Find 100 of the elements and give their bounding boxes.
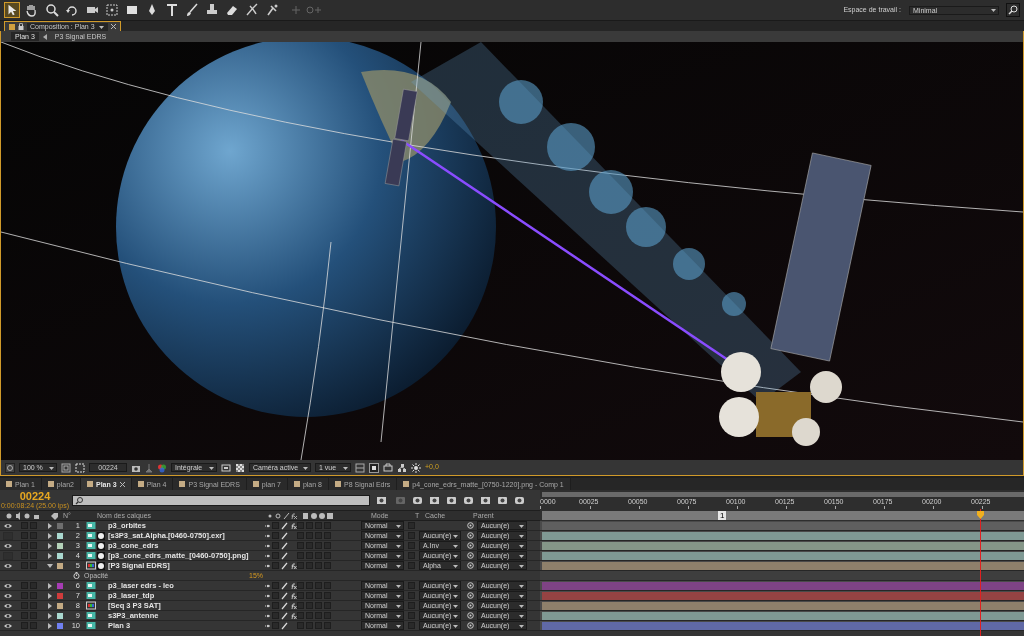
layout-icon[interactable] [355,462,365,473]
search-icon[interactable] [1006,3,1020,17]
pan-behind-icon[interactable] [104,2,120,18]
fx-icon[interactable] [289,561,297,570]
switch-box[interactable] [297,522,304,529]
expand-triangle-icon[interactable] [47,552,53,559]
fx-icon[interactable] [289,581,297,590]
mask-visibility-icon[interactable] [75,462,85,473]
search-icon [75,495,84,505]
eye-icon[interactable] [3,561,13,570]
collapse-triangle-icon[interactable] [47,562,53,569]
label-color-swatch[interactable] [57,622,63,629]
ruler-tick [786,506,787,509]
ruler-tick [639,506,640,509]
label-color-swatch[interactable] [57,522,63,529]
fast-preview-icon[interactable] [383,462,393,473]
ruler-tick [737,506,738,509]
arrow-left-icon [42,33,47,40]
comp-marker[interactable]: 1 [718,511,727,520]
switch-box[interactable] [297,562,304,569]
expand-triangle-icon[interactable] [47,612,53,619]
eye-icon[interactable] [3,581,13,590]
exposure-icon[interactable] [411,462,421,473]
zoom-icon[interactable] [44,2,60,18]
expand-triangle-icon[interactable] [47,622,53,629]
eye-icon[interactable] [3,601,13,610]
shy-icon[interactable] [264,542,272,549]
eye-icon[interactable] [3,541,13,550]
lock-icon[interactable] [18,23,24,30]
ruler-tick [933,506,934,509]
playhead-line[interactable] [979,509,981,636]
shy-icon[interactable] [264,622,272,629]
label-color-swatch[interactable] [57,532,63,539]
region-of-interest-icon[interactable] [221,462,231,473]
shy-icon[interactable] [264,532,272,539]
puppet-pin-icon[interactable] [264,2,280,18]
snapshot-icon[interactable] [145,462,153,473]
magnifier-icon[interactable] [5,462,15,473]
tab-swatch-icon [47,481,54,487]
fx-icon[interactable] [289,601,297,610]
pixel-aspect-icon[interactable] [369,462,379,473]
expand-triangle-icon[interactable] [47,532,53,539]
tab-swatch-icon [335,481,341,487]
transparency-grid-icon[interactable] [235,462,245,473]
shy-icon[interactable] [264,522,272,529]
color-channels-icon[interactable] [157,462,167,473]
eye-icon[interactable] [3,521,13,530]
av-features-icon [4,511,42,520]
shy-icon[interactable] [264,602,272,609]
close-icon[interactable] [110,24,116,29]
ruler-tick [982,506,983,509]
shy-icon[interactable] [264,612,272,619]
expand-triangle-icon[interactable] [47,522,53,529]
label-color-swatch[interactable] [57,592,63,599]
label-color-swatch[interactable] [57,562,63,569]
switch-box[interactable] [297,602,304,609]
shy-icon[interactable] [264,562,272,569]
shy-icon[interactable] [264,582,272,589]
fx-icon[interactable] [289,611,297,620]
label-color-swatch[interactable] [57,582,63,589]
expand-triangle-icon[interactable] [47,542,53,549]
search-field[interactable] [72,494,370,506]
eye-icon[interactable] [3,611,13,620]
close-icon[interactable] [119,481,125,487]
caret-icon [302,464,309,471]
brush-icon[interactable] [184,2,200,18]
eye-icon[interactable] [3,591,13,600]
expand-triangle-icon[interactable] [47,602,53,609]
ruler-tick [590,506,591,509]
ruler-tick [540,506,541,509]
ruler-tick [884,506,885,509]
flowchart-icon[interactable] [397,462,407,473]
switch-box[interactable] [297,582,304,589]
tab-swatch-icon [293,481,300,487]
label-color-swatch[interactable] [57,542,63,549]
expand-triangle-icon[interactable] [47,592,53,599]
switch-box[interactable] [297,592,304,599]
label-color-swatch[interactable] [57,552,63,559]
safe-zones-icon[interactable] [61,462,71,473]
tab-swatch-icon [179,481,186,487]
label-color-swatch[interactable] [57,602,63,609]
tab-swatch-icon [137,481,144,487]
playhead-marker-icon[interactable] [976,511,984,519]
current-frame[interactable]: 00224 [19,491,51,502]
panel-menu-icon[interactable] [9,23,15,30]
fx-icon[interactable] [289,521,297,530]
shy-icon[interactable] [264,552,272,559]
label-color-swatch[interactable] [57,612,63,619]
text-tool-icon[interactable] [164,2,180,18]
expand-triangle-icon[interactable] [47,582,53,589]
eye-icon[interactable] [3,621,13,630]
caret-icon [990,7,997,13]
fx-icon[interactable] [289,591,297,600]
caret-icon [342,464,349,471]
ruler-tick [835,506,836,509]
caret-icon [208,464,215,471]
switch-box[interactable] [297,612,304,619]
caret-icon [48,464,55,471]
ruler-tick [688,506,689,509]
shy-icon[interactable] [264,592,272,599]
